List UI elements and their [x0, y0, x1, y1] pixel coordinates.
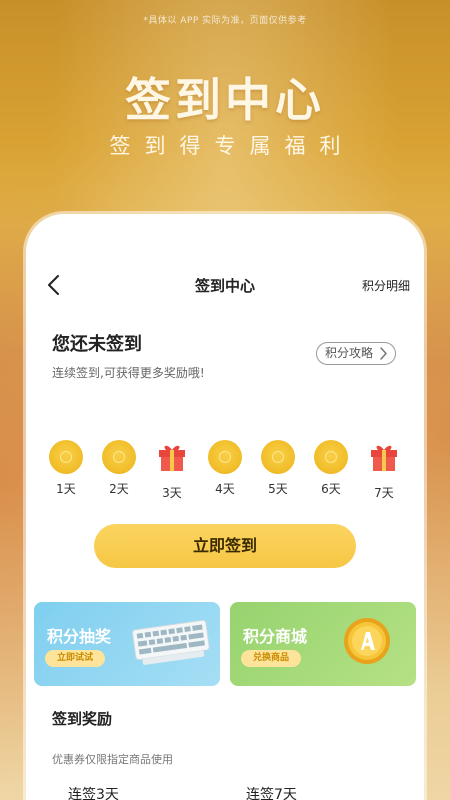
hero-title: 签到中心	[125, 73, 325, 127]
hero-subtitle: 签到得专属福利	[109, 134, 355, 158]
coupon-note: 优惠券仅限指定商品使用	[52, 753, 173, 766]
checkin-rewards-title: 签到奖励	[52, 710, 113, 728]
nav-bar: 签到中心 积分明细	[26, 272, 424, 298]
lottery-card-title: 积分抽奖	[47, 627, 112, 646]
coin-icon	[208, 440, 242, 474]
points-strategy-button[interactable]: 积分攻略	[315, 342, 396, 365]
day-item-5: 5天	[258, 440, 298, 497]
keyboard-icon	[132, 619, 210, 665]
coin-icon	[261, 440, 295, 474]
day-label: 1天	[56, 482, 76, 496]
mall-card-title: 积分商城	[243, 627, 308, 646]
disclaimer-text: *具体以 APP 实际为准，页面仅供参考	[143, 16, 307, 26]
coin-icon	[314, 440, 348, 474]
points-strategy-label: 积分攻略	[324, 346, 373, 360]
gift-icon	[371, 445, 397, 471]
coin-icon	[49, 440, 83, 474]
redeem-button[interactable]: 兑换商品	[241, 650, 302, 667]
gold-coin-icon	[344, 618, 390, 664]
day-label: 5天	[268, 482, 288, 496]
checkin-days-row: 1天 2天 3天 4天 5天 6天 7天	[46, 440, 406, 500]
day-label: 7天	[374, 486, 394, 500]
day-label: 3天	[162, 486, 182, 500]
day-item-3: 3天	[152, 440, 192, 501]
day-item-7: 7天	[364, 440, 404, 501]
day-item-6: 6天	[311, 440, 351, 497]
chevron-right-icon	[380, 347, 387, 360]
checkin-status-description: 连续签到,可获得更多奖励哦!	[52, 366, 205, 380]
try-now-button[interactable]: 立即试试	[45, 650, 106, 667]
reward-tag-3-days: 连签3天	[68, 787, 119, 800]
day-label: 4天	[215, 482, 235, 496]
checkin-button[interactable]: 立即签到	[94, 524, 356, 568]
day-label: 6天	[321, 482, 341, 496]
day-item-1: 1天	[46, 440, 86, 497]
phone-frame: 签到中心 积分明细 您还未签到 连续签到,可获得更多奖励哦! 积分攻略 1天 2…	[26, 214, 424, 800]
points-detail-link[interactable]: 积分明细	[362, 277, 410, 294]
day-item-4: 4天	[205, 440, 245, 497]
day-item-2: 2天	[99, 440, 139, 497]
checkin-status-title: 您还未签到	[52, 334, 142, 355]
reward-tag-7-days: 连签7天	[246, 787, 297, 800]
points-mall-card[interactable]: 积分商城 兑换商品	[230, 602, 416, 686]
gift-icon	[159, 445, 185, 471]
points-lottery-card[interactable]: 积分抽奖 立即试试	[34, 602, 220, 686]
coin-icon	[102, 440, 136, 474]
day-label: 2天	[109, 482, 129, 496]
